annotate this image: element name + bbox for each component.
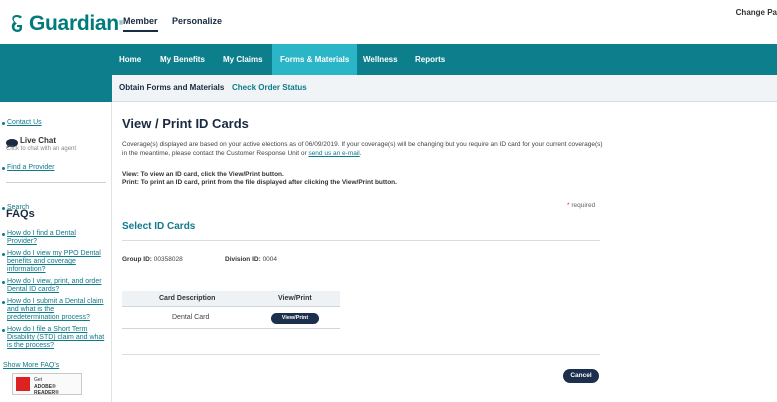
- required-note: * required: [567, 202, 595, 209]
- change-password-link[interactable]: Change Pa: [736, 8, 777, 17]
- group-id: Group ID: 00358028: [122, 256, 183, 263]
- adobe-pdf-icon: [16, 377, 30, 391]
- bullet-icon: [2, 301, 5, 304]
- coverage-intro: Coverage(s) displayed are based on your …: [122, 140, 607, 158]
- division-id-label: Division ID:: [225, 256, 263, 263]
- table-header: Card Description View/Print: [122, 291, 340, 307]
- contact-us-link[interactable]: Contact Us: [7, 119, 42, 126]
- faq-submit-dental-claim[interactable]: How do I submit a Dental claim and what …: [7, 298, 107, 322]
- bullet-icon: [2, 329, 5, 332]
- top-header: Guardian ® Member Personalize Change Pa: [0, 0, 777, 44]
- bullet-icon: [2, 233, 5, 236]
- live-chat-subtext: Click to chat with an agent: [6, 146, 77, 152]
- find-provider-link[interactable]: Find a Provider: [7, 164, 54, 171]
- adobe-get-text: Get: [34, 377, 43, 383]
- sub-nav: Obtain Forms and Materials Check Order S…: [112, 75, 777, 102]
- header-view-print: View/Print: [278, 295, 312, 302]
- nav-my-benefits[interactable]: My Benefits: [160, 44, 205, 75]
- required-text: required: [569, 202, 596, 209]
- guardian-logo[interactable]: Guardian ®: [10, 12, 123, 36]
- subnav-obtain-forms[interactable]: Obtain Forms and Materials: [119, 83, 224, 92]
- bullet-icon: [2, 122, 5, 125]
- bullet-icon: [2, 207, 5, 210]
- logo-wordmark: Guardian: [29, 12, 119, 35]
- division-id: Division ID: 0004: [225, 256, 277, 263]
- main-nav: Home My Benefits My Claims Forms & Mater…: [112, 44, 777, 75]
- section-divider: [122, 354, 600, 355]
- send-email-link[interactable]: send us an e-mail: [308, 150, 359, 157]
- faq-find-dental-provider[interactable]: How do I find a Dental Provider?: [7, 230, 107, 246]
- tab-member[interactable]: Member: [123, 16, 158, 32]
- view-print-button[interactable]: View/Print: [271, 313, 319, 324]
- faq-view-ppo-benefits[interactable]: How do I view my PPO Dental benefits and…: [7, 250, 107, 274]
- intro-end: .: [359, 150, 362, 157]
- subnav-check-order-status[interactable]: Check Order Status: [232, 83, 307, 92]
- header-card-description: Card Description: [159, 295, 216, 302]
- show-more-faqs-link[interactable]: Show More FAQ's: [3, 362, 59, 369]
- table-row: Dental Card View/Print: [122, 307, 340, 329]
- select-id-cards-heading: Select ID Cards: [122, 221, 196, 232]
- section-divider: [122, 240, 600, 241]
- main-content: View / Print ID Cards Coverage(s) displa…: [112, 102, 777, 402]
- division-id-value: 0004: [262, 256, 278, 263]
- tab-personalize[interactable]: Personalize: [172, 16, 222, 26]
- left-teal-band: [0, 44, 112, 102]
- faq-dental-id-cards[interactable]: How do I view, print, and order Dental I…: [7, 278, 107, 294]
- adobe-reader-badge[interactable]: Get ADOBE® READER®: [12, 373, 82, 396]
- bullet-icon: [2, 167, 5, 170]
- group-id-value: 00358028: [153, 256, 183, 263]
- guardian-logo-icon: [10, 14, 24, 34]
- adobe-reader-text: ADOBE® READER®: [34, 384, 59, 396]
- live-chat-link[interactable]: Live Chat: [20, 136, 56, 145]
- nav-my-claims[interactable]: My Claims: [223, 44, 263, 75]
- faq-file-std-claim[interactable]: How do I file a Short Term Disability (S…: [7, 326, 107, 350]
- group-id-label: Group ID:: [122, 256, 154, 263]
- page-title: View / Print ID Cards: [122, 116, 249, 131]
- nav-home[interactable]: Home: [119, 44, 141, 75]
- sidebar-divider: [6, 182, 106, 183]
- cancel-button[interactable]: Cancel: [563, 369, 599, 383]
- faqs-heading: FAQs: [6, 208, 35, 220]
- card-description-cell: Dental Card: [172, 314, 210, 321]
- bullet-icon: [2, 281, 5, 284]
- nav-wellness[interactable]: Wellness: [363, 44, 398, 75]
- view-instruction: View: To view an ID card, click the View…: [122, 171, 284, 178]
- sidebar: Contact Us Live Chat Click to chat with …: [0, 102, 112, 402]
- nav-forms-materials[interactable]: Forms & Materials: [272, 44, 358, 75]
- id-cards-table: Card Description View/Print Dental Card …: [122, 291, 340, 329]
- bullet-icon: [2, 253, 5, 256]
- nav-reports[interactable]: Reports: [415, 44, 445, 75]
- intro-text: Coverage(s) displayed are based on your …: [122, 141, 603, 157]
- print-instruction: Print: To print an ID card, print from t…: [122, 179, 397, 186]
